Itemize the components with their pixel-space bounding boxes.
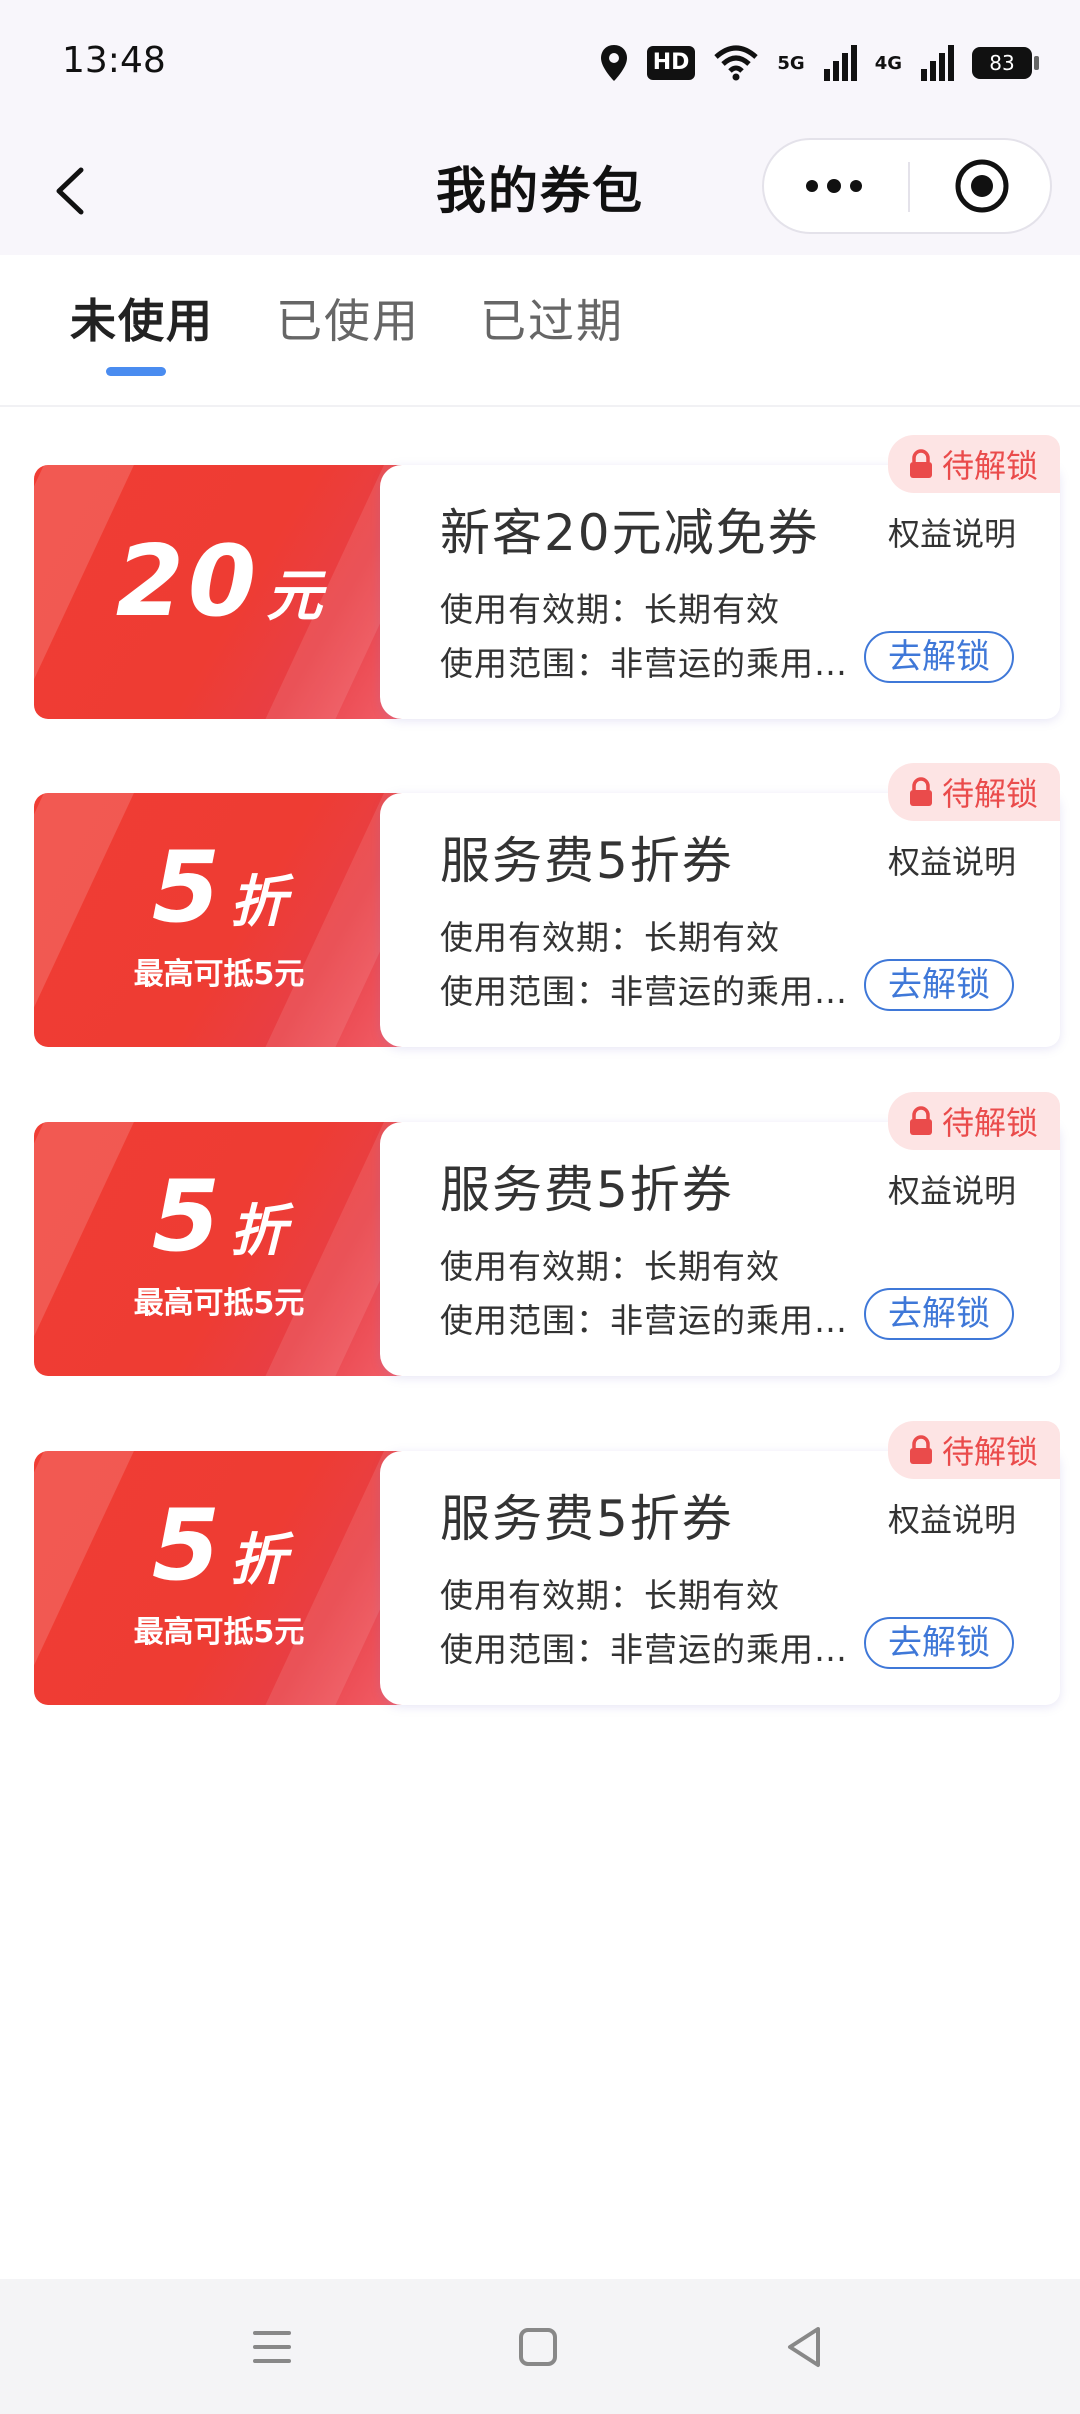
- locked-badge-label: 待解锁: [941, 447, 1038, 485]
- close-mini-program-button[interactable]: [914, 140, 1050, 232]
- lock-icon: [909, 777, 932, 806]
- coupon-name: 服务费5折券: [440, 1490, 734, 1548]
- lock-icon: [909, 1106, 932, 1135]
- coupon-value-panel: 5折 最高可抵5元: [34, 1122, 404, 1376]
- signal-icon: [823, 45, 857, 81]
- nav-bar: 我的券包: [0, 130, 1080, 255]
- coupon-amount: 5: [151, 1160, 225, 1274]
- coupon-name: 服务费5折券: [440, 832, 734, 890]
- locked-badge: 待解锁: [887, 435, 1060, 493]
- coupon-card: 5折 最高可抵5元 待解锁 服务费5折券 权益说明 使用有效期：长期有效 使用范…: [34, 763, 1060, 1047]
- coupon-detail-panel: 待解锁 服务费5折券 权益说明 使用有效期：长期有效 使用范围：非营运的乘用… …: [380, 763, 1060, 1047]
- coupon-unit: 元: [266, 564, 323, 629]
- back-triangle-icon: [788, 2327, 820, 2367]
- coupon-card: 5折 最高可抵5元 待解锁 服务费5折券 权益说明 使用有效期：长期有效 使用范…: [34, 1092, 1060, 1376]
- coupon-unit: 折: [230, 1199, 287, 1264]
- tab-used[interactable]: 已使用: [276, 285, 420, 351]
- coupon-name: 服务费5折券: [440, 1161, 734, 1219]
- recent-apps-button[interactable]: [242, 2317, 302, 2377]
- locked-badge-label: 待解锁: [941, 1104, 1038, 1142]
- coupon-scope: 使用范围：非营运的乘用…: [440, 1630, 848, 1669]
- locked-badge: 待解锁: [887, 1421, 1060, 1479]
- coupon-detail-panel: 待解锁 服务费5折券 权益说明 使用有效期：长期有效 使用范围：非营运的乘用… …: [380, 1092, 1060, 1376]
- locked-badge: 待解锁: [887, 763, 1060, 821]
- unlock-button[interactable]: 去解锁: [864, 631, 1014, 683]
- battery-icon: 83: [972, 47, 1039, 79]
- status-time: 13:48: [62, 40, 166, 81]
- coupon-max-deduction: 最高可抵5元: [133, 957, 305, 992]
- coupon-amount: 5: [151, 1489, 225, 1603]
- coupon-card: 5折 最高可抵5元 待解锁 服务费5折券 权益说明 使用有效期：长期有效 使用范…: [34, 1421, 1060, 1705]
- coupon-value-panel: 5折 最高可抵5元: [34, 1451, 404, 1705]
- tab-expired[interactable]: 已过期: [480, 285, 624, 351]
- coupon-value: 20 元: [34, 525, 404, 639]
- location-icon: [600, 45, 627, 81]
- coupon-validity: 使用有效期：长期有效: [440, 1576, 780, 1615]
- more-icon: [806, 179, 862, 193]
- system-nav-bar: [0, 2279, 1080, 2414]
- home-icon: [519, 2328, 557, 2366]
- unlock-button[interactable]: 去解锁: [864, 1617, 1014, 1669]
- rights-info-link[interactable]: 权益说明: [888, 1166, 1016, 1212]
- coupon-unit: 折: [230, 870, 287, 935]
- coupon-value: 5折: [34, 1489, 404, 1603]
- system-back-button[interactable]: [774, 2317, 834, 2377]
- coupon-validity: 使用有效期：长期有效: [440, 1247, 780, 1286]
- home-button[interactable]: [508, 2317, 568, 2377]
- coupon-value-panel: 20 元: [34, 465, 404, 719]
- wifi-icon: [714, 45, 759, 81]
- unlock-button[interactable]: 去解锁: [864, 959, 1014, 1011]
- coupon-max-deduction: 最高可抵5元: [133, 1615, 305, 1650]
- coupon-detail-panel: 待解锁 新客20元减免券 权益说明 使用有效期：长期有效 使用范围：非营运的乘用…: [380, 435, 1060, 719]
- mini-program-capsule: [762, 138, 1052, 234]
- coupon-amount: 5: [151, 831, 225, 945]
- active-tab-indicator: [106, 367, 166, 376]
- coupon-value: 5折: [34, 1160, 404, 1274]
- coupon-scope: 使用范围：非营运的乘用…: [440, 972, 848, 1011]
- network-4g-label: 4G: [874, 52, 902, 74]
- locked-badge-label: 待解锁: [941, 1433, 1038, 1471]
- unlock-button[interactable]: 去解锁: [864, 1288, 1014, 1340]
- coupon-card: 20 元 待解锁 新客20元减免券 权益说明 使用有效期：长期有效 使用范围：非营…: [34, 435, 1060, 719]
- menu-icon: [253, 2331, 291, 2363]
- more-button[interactable]: [764, 140, 904, 232]
- status-bar: 13:48 HD 5G 4G 83: [0, 0, 1080, 130]
- close-mini-program-icon: [955, 159, 1009, 213]
- coupon-validity: 使用有效期：长期有效: [440, 590, 780, 629]
- coupon-value-panel: 5折 最高可抵5元: [34, 793, 404, 1047]
- rights-info-link[interactable]: 权益说明: [888, 1495, 1016, 1541]
- rights-info-link[interactable]: 权益说明: [888, 837, 1016, 883]
- coupon-name: 新客20元减免券: [440, 504, 820, 562]
- coupon-tabs: 未使用 已使用 已过期: [0, 255, 1080, 407]
- locked-badge: 待解锁: [887, 1092, 1060, 1150]
- status-icons: HD 5G 4G 83: [599, 38, 1039, 88]
- coupon-scope: 使用范围：非营运的乘用…: [440, 1301, 848, 1340]
- locked-badge-label: 待解锁: [941, 775, 1038, 813]
- coupon-detail-panel: 待解锁 服务费5折券 权益说明 使用有效期：长期有效 使用范围：非营运的乘用… …: [380, 1421, 1060, 1705]
- coupon-amount: 20: [115, 525, 261, 639]
- lock-icon: [909, 1435, 932, 1464]
- coupon-validity: 使用有效期：长期有效: [440, 918, 780, 957]
- tab-unused[interactable]: 未使用: [70, 285, 214, 351]
- coupon-scope: 使用范围：非营运的乘用…: [440, 644, 848, 683]
- hd-badge: HD: [646, 46, 696, 80]
- coupon-unit: 折: [230, 1528, 287, 1593]
- signal-icon-2: [921, 45, 954, 81]
- lock-icon: [909, 449, 932, 478]
- network-5g-label: 5G: [777, 52, 805, 74]
- rights-info-link[interactable]: 权益说明: [888, 509, 1016, 555]
- coupon-max-deduction: 最高可抵5元: [133, 1286, 305, 1321]
- capsule-divider: [908, 162, 910, 212]
- coupon-value: 5折: [34, 831, 404, 945]
